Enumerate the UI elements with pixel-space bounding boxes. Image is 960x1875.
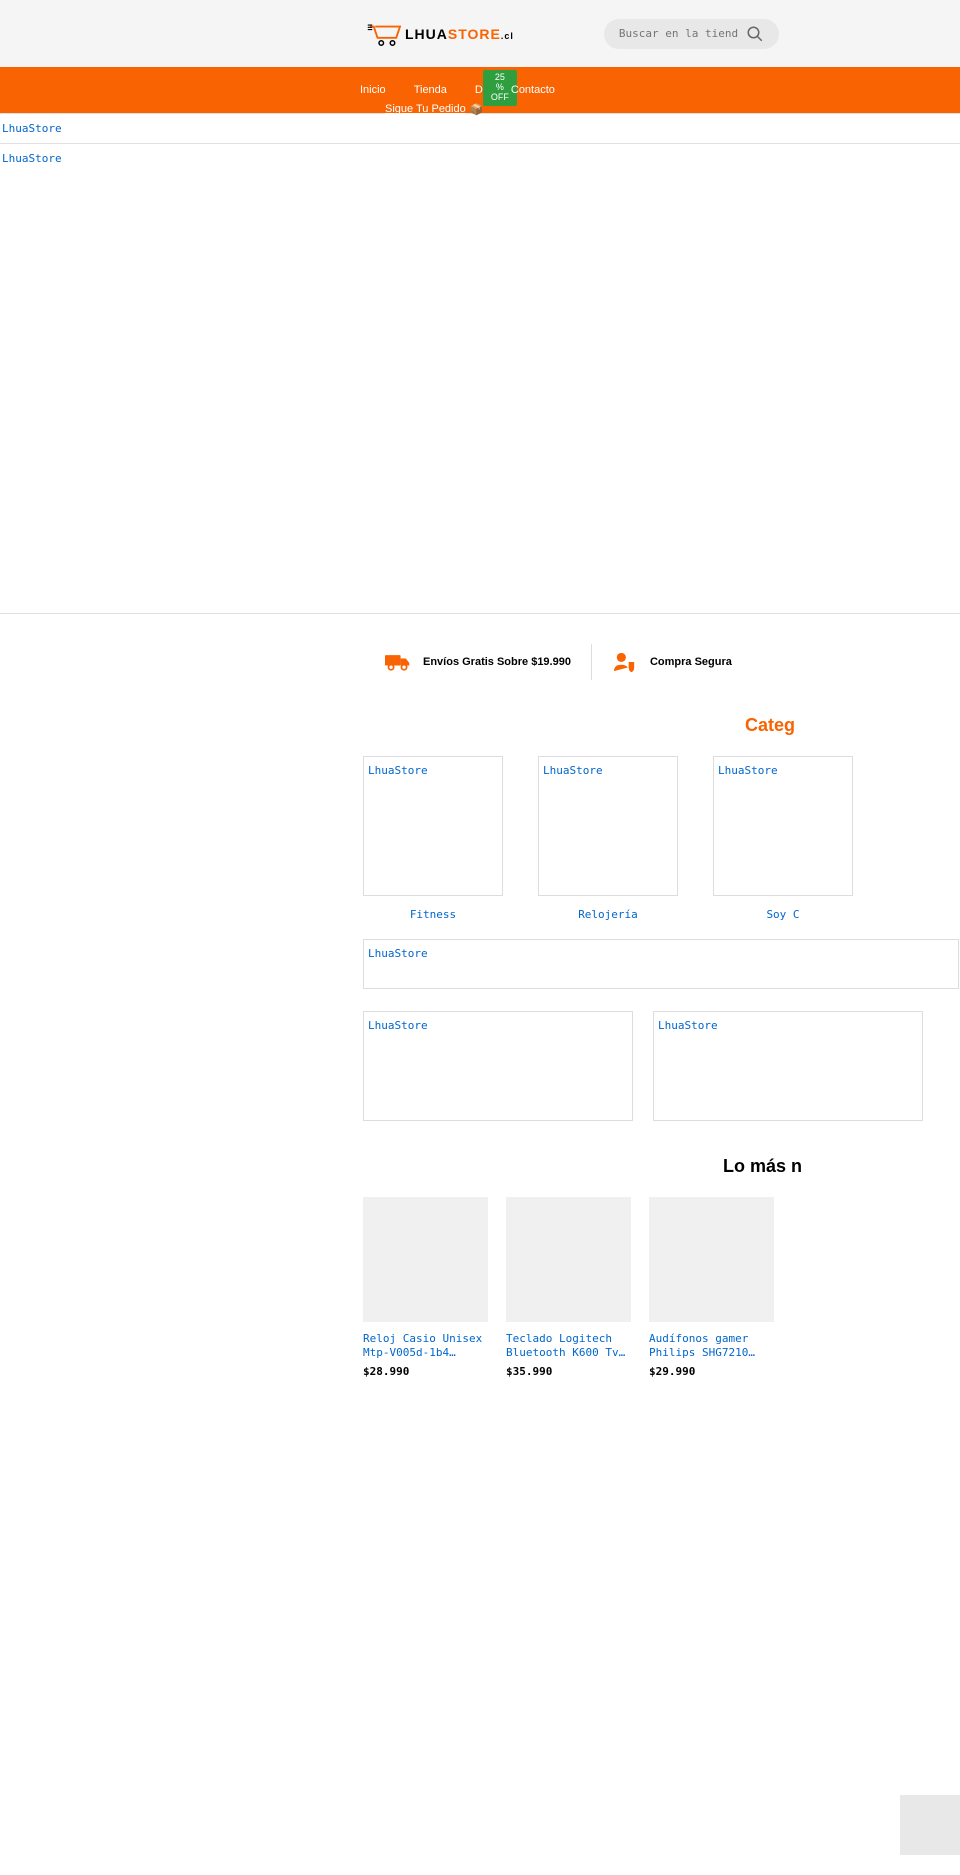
category-name: Fitness [363, 908, 503, 921]
package-icon: 📦 [470, 103, 484, 116]
promo-banners-row: LhuaStore LhuaStore [363, 1011, 960, 1121]
category-name: Soy C [713, 908, 853, 921]
product-image [363, 1197, 488, 1322]
nav-item-tienda[interactable]: Tienda [414, 84, 447, 96]
category-image-alt: LhuaStore [368, 764, 428, 777]
product-price: $35.990 [506, 1365, 631, 1378]
promo-banner-alt: LhuaStore [368, 1019, 428, 1032]
hero-banner-2[interactable]: LhuaStore [0, 144, 960, 614]
category-image: LhuaStore [363, 756, 503, 896]
track-order-link[interactable]: Sigue Tu Pedido 📦 [385, 103, 483, 116]
product-title: Audífonos gamer Philips SHG7210… [649, 1332, 774, 1361]
search-input[interactable] [619, 27, 746, 40]
category-image-alt: LhuaStore [543, 764, 603, 777]
product-card[interactable]: Audífonos gamer Philips SHG7210… $29.990 [649, 1197, 774, 1378]
category-card-soy[interactable]: LhuaStore Soy C [713, 756, 853, 921]
category-card-fitness[interactable]: LhuaStore Fitness [363, 756, 503, 921]
user-shield-icon [612, 651, 638, 673]
product-image [649, 1197, 774, 1322]
feature-shipping-label: Envíos Gratis Sobre $19.990 [423, 656, 571, 668]
product-image [506, 1197, 631, 1322]
promo-banner-alt: LhuaStore [368, 947, 428, 960]
product-price: $28.990 [363, 1365, 488, 1378]
cart-logo-icon [365, 19, 405, 49]
product-title: Reloj Casio Unisex Mtp-V005d-1b4… [363, 1332, 488, 1361]
nav-item-contacto[interactable]: Contacto [511, 84, 555, 96]
hero-banner-1[interactable]: LhuaStore [0, 113, 960, 144]
feature-secure: Compra Segura [592, 651, 752, 673]
feature-shipping: Envíos Gratis Sobre $19.990 [365, 651, 591, 673]
scroll-top-button[interactable] [900, 1795, 960, 1855]
nav-items: Inicio Tienda D 25 % OFF Contacto [360, 84, 555, 96]
header-top: LHUASTORE.cl [0, 0, 960, 67]
product-card[interactable]: Teclado Logitech Bluetooth K600 Tv… $35.… [506, 1197, 631, 1378]
features-row: Envíos Gratis Sobre $19.990 Compra Segur… [365, 644, 960, 680]
categories-title: Categ [745, 715, 960, 736]
nav-item-inicio[interactable]: Inicio [360, 84, 386, 96]
search-container [604, 19, 779, 49]
promo-banner-half-2[interactable]: LhuaStore [653, 1011, 923, 1121]
nav-item-d-label: D [475, 84, 483, 96]
category-card-relojeria[interactable]: LhuaStore Relojería [538, 756, 678, 921]
logo[interactable]: LHUASTORE.cl [365, 19, 514, 49]
nav-item-discount[interactable]: D 25 % OFF [475, 84, 483, 96]
truck-icon [385, 651, 411, 673]
products-title: Lo más n [723, 1156, 960, 1177]
search-icon[interactable] [746, 25, 764, 43]
products-row: Reloj Casio Unisex Mtp-V005d-1b4… $28.99… [363, 1197, 960, 1378]
category-image: LhuaStore [538, 756, 678, 896]
promo-banner-half-1[interactable]: LhuaStore [363, 1011, 633, 1121]
product-card[interactable]: Reloj Casio Unisex Mtp-V005d-1b4… $28.99… [363, 1197, 488, 1378]
category-name: Relojería [538, 908, 678, 921]
bottom-spacer [0, 1378, 960, 1818]
track-order-label: Sigue Tu Pedido [385, 103, 466, 115]
promo-banner-wide[interactable]: LhuaStore [363, 939, 959, 989]
promo-banner-alt: LhuaStore [658, 1019, 718, 1032]
product-title: Teclado Logitech Bluetooth K600 Tv… [506, 1332, 631, 1361]
logo-text: LHUASTORE.cl [405, 26, 514, 42]
category-image-alt: LhuaStore [718, 764, 778, 777]
categories-row: LhuaStore Fitness LhuaStore Relojería Lh… [363, 756, 960, 921]
category-image: LhuaStore [713, 756, 853, 896]
product-price: $29.990 [649, 1365, 774, 1378]
feature-secure-label: Compra Segura [650, 656, 732, 668]
